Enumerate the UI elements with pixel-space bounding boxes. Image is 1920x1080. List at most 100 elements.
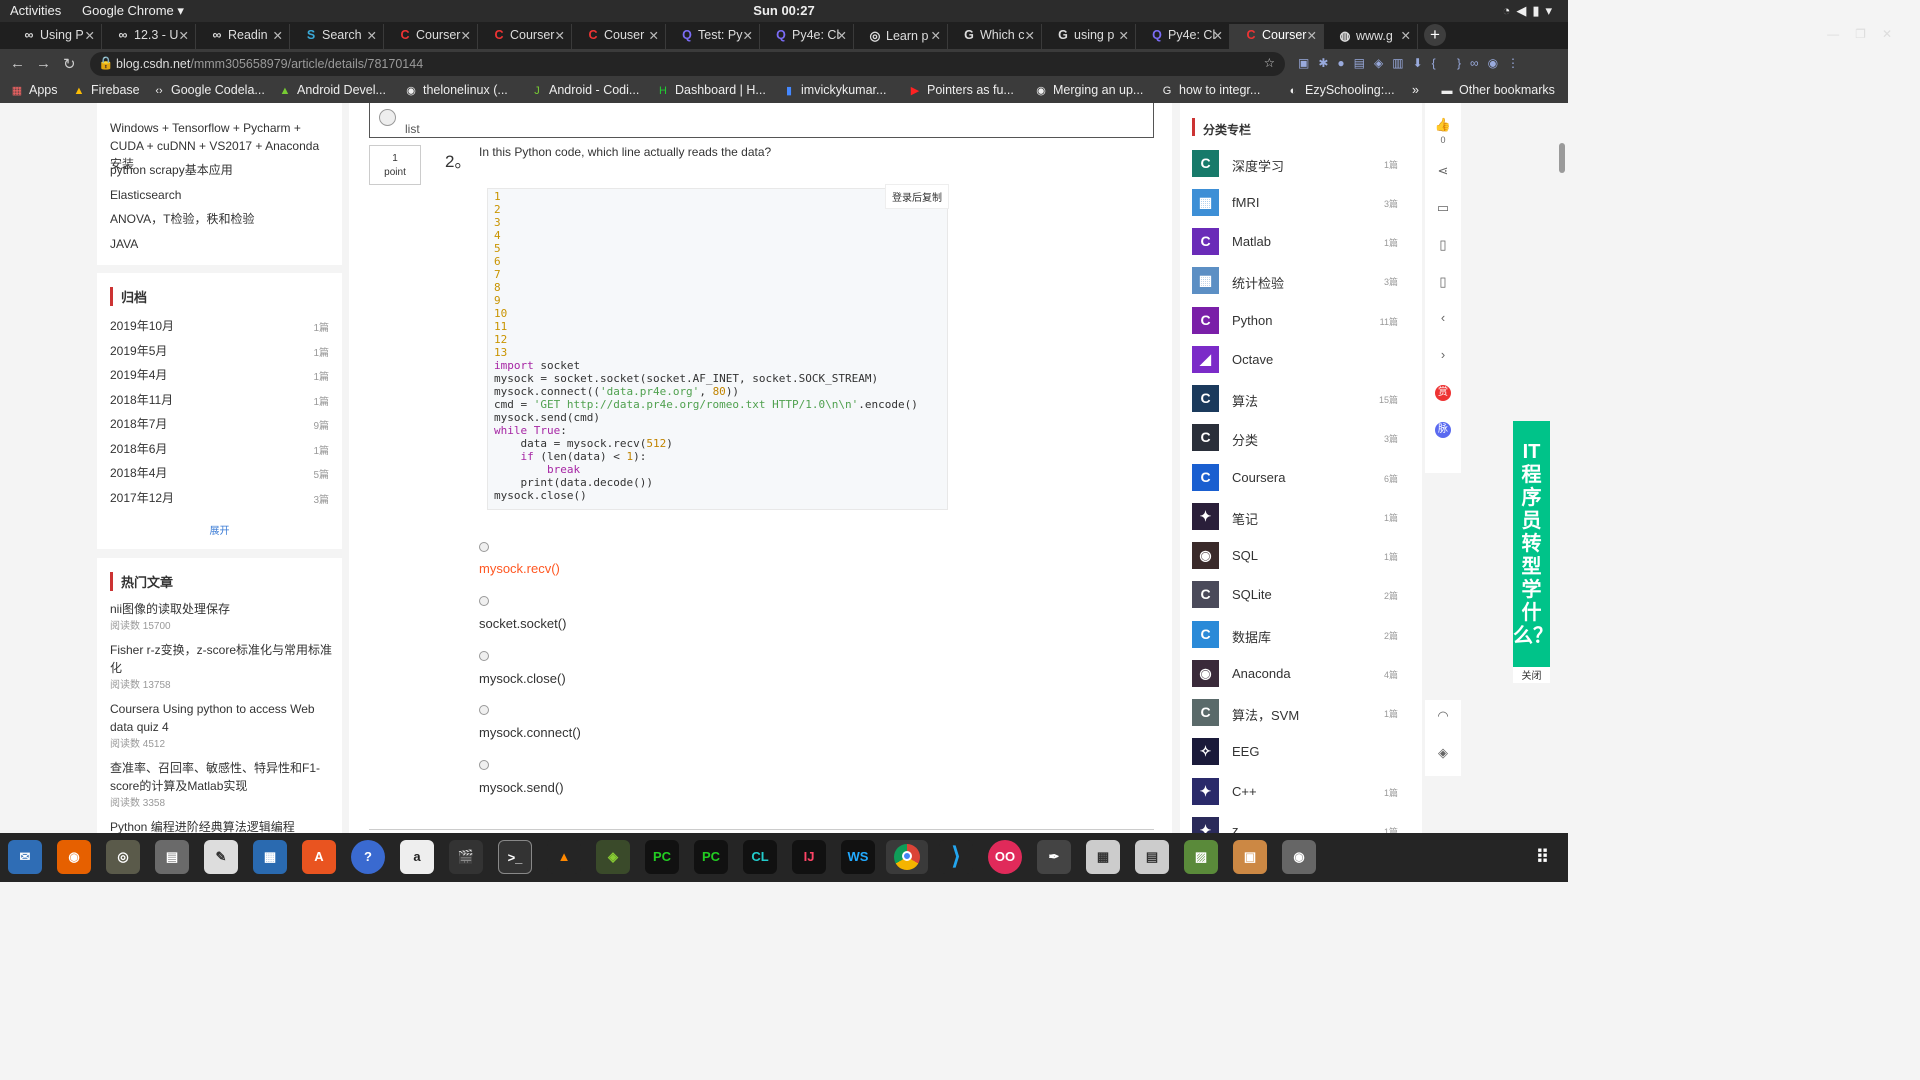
- vlc-icon[interactable]: ▲: [547, 840, 581, 874]
- back-icon[interactable]: ←: [10, 55, 25, 72]
- copy-button[interactable]: 登录后复制: [885, 184, 949, 209]
- extension-icon[interactable]: ◈: [1374, 56, 1392, 70]
- category-item[interactable]: ✧ EEG: [1192, 738, 1410, 766]
- expand-link[interactable]: 展开: [97, 522, 342, 537]
- category-item[interactable]: C SQLite 2篇: [1192, 581, 1410, 609]
- scanner-icon[interactable]: ▤: [1135, 840, 1169, 874]
- article-link[interactable]: Elasticsearch: [110, 186, 332, 204]
- report-shield-icon[interactable]: ◈: [1425, 745, 1461, 761]
- maximize-icon[interactable]: ❐: [1855, 27, 1882, 41]
- chevron-left-icon[interactable]: ‹: [1425, 310, 1461, 325]
- color-picker-icon[interactable]: ✒: [1037, 840, 1071, 874]
- browser-tab[interactable]: Q Py4e: Cl ✕: [760, 24, 854, 49]
- archive-month[interactable]: 2018年7月: [110, 415, 167, 433]
- radio-button[interactable]: [479, 542, 489, 552]
- bookmark-item[interactable]: J Android - Codi...: [530, 83, 639, 97]
- show-applications-icon[interactable]: ⠿: [1526, 840, 1560, 874]
- category-item[interactable]: ✦ z 1篇: [1192, 817, 1410, 833]
- bookmark-star-icon[interactable]: ☆: [1264, 55, 1275, 70]
- browser-tab[interactable]: C Courser ✕: [384, 24, 478, 49]
- extension-icon[interactable]: ⬇: [1413, 56, 1432, 70]
- firefox-icon[interactable]: ◉: [57, 840, 91, 874]
- radio-button[interactable]: [379, 109, 396, 126]
- printer-icon[interactable]: ▦: [1086, 840, 1120, 874]
- archive-manager-icon[interactable]: ▣: [1233, 840, 1267, 874]
- terminal-icon[interactable]: >_: [498, 840, 532, 874]
- close-icon[interactable]: ✕: [743, 28, 753, 43]
- browser-tab[interactable]: ◍ www.g ✕: [1324, 24, 1418, 49]
- category-item[interactable]: C Python 11篇: [1192, 307, 1410, 335]
- category-item[interactable]: ✦ 笔记 1篇: [1192, 503, 1410, 531]
- browser-tab-active[interactable]: C Courser ✕: [1230, 24, 1324, 49]
- bookmark-apps[interactable]: ▦ Apps: [10, 83, 58, 97]
- webstorm-icon[interactable]: WS: [841, 840, 875, 874]
- android-studio-icon[interactable]: ◈: [596, 840, 630, 874]
- system-tray[interactable]: ◔◀▮▾: [1502, 3, 1558, 19]
- category-item[interactable]: C 数据库 2篇: [1192, 621, 1410, 649]
- document-viewer-icon[interactable]: ▦: [253, 840, 287, 874]
- close-icon[interactable]: ✕: [1119, 28, 1129, 43]
- chrome-icon[interactable]: [886, 840, 928, 874]
- text-editor-icon[interactable]: ✎: [204, 840, 238, 874]
- intellij-icon[interactable]: IJ: [792, 840, 826, 874]
- extension-icon[interactable]: ✱: [1318, 56, 1337, 70]
- pycharm-pro-icon[interactable]: PC: [694, 840, 728, 874]
- comment-icon[interactable]: ▭: [1425, 200, 1461, 216]
- address-bar[interactable]: 🔒 blog.csdn.net/mmm305658979/article/det…: [90, 52, 1285, 76]
- close-icon[interactable]: ✕: [1401, 28, 1411, 43]
- help-icon[interactable]: ?: [351, 840, 385, 874]
- reload-icon[interactable]: ↻: [63, 55, 76, 73]
- bookmark-item[interactable]: ▲ Firebase: [72, 83, 140, 97]
- close-icon[interactable]: ✕: [367, 28, 377, 43]
- share-icon[interactable]: ⋖: [1425, 163, 1461, 179]
- bookmark-item[interactable]: ◐ EzySchooling:...: [1286, 83, 1395, 97]
- answer-option[interactable]: mysock.send(): [479, 780, 564, 795]
- answer-option[interactable]: mysock.connect(): [479, 725, 581, 740]
- close-icon[interactable]: ✕: [1213, 28, 1223, 43]
- other-bookmarks[interactable]: ▬ Other bookmarks: [1440, 83, 1555, 97]
- extension-icon[interactable]: ▤: [1354, 56, 1374, 70]
- browser-tab[interactable]: S Search ✕: [290, 24, 384, 49]
- pulse-icon[interactable]: 脉: [1425, 420, 1461, 438]
- browser-tab[interactable]: Q Test: Py ✕: [666, 24, 760, 49]
- mobile-icon[interactable]: ▯: [1425, 274, 1461, 290]
- thunderbird-icon[interactable]: ✉: [8, 840, 42, 874]
- profile-icon[interactable]: ◉: [1488, 56, 1507, 70]
- side-ad-banner[interactable]: IT程序员转型学什么？: [1513, 421, 1553, 667]
- webcam-icon[interactable]: ◉: [1282, 840, 1316, 874]
- minimize-icon[interactable]: —: [1827, 27, 1855, 41]
- software-center-icon[interactable]: A: [302, 840, 336, 874]
- thumbs-up-icon[interactable]: 👍: [1425, 117, 1461, 133]
- radio-button[interactable]: [479, 596, 489, 606]
- clion-icon[interactable]: CL: [743, 840, 777, 874]
- category-item[interactable]: C 分类 3篇: [1192, 424, 1410, 452]
- article-link[interactable]: ANOVA，T检验，秩和检验: [110, 210, 332, 228]
- rhythmbox-icon[interactable]: ◎: [106, 840, 140, 874]
- image-viewer-icon[interactable]: ▨: [1184, 840, 1218, 874]
- extension-icon[interactable]: { }: [1432, 56, 1470, 70]
- archive-month[interactable]: 2018年11月: [110, 391, 173, 409]
- scrollbar-thumb[interactable]: [1559, 143, 1565, 173]
- close-icon[interactable]: ✕: [1025, 28, 1035, 43]
- close-icon[interactable]: ✕: [837, 28, 847, 43]
- category-item[interactable]: C 算法 15篇: [1192, 385, 1410, 413]
- archive-month[interactable]: 2019年10月: [110, 317, 174, 335]
- new-tab-button[interactable]: +: [1424, 24, 1446, 46]
- radio-button[interactable]: [479, 705, 489, 715]
- bookmark-item[interactable]: ▶ Pointers as fu...: [908, 83, 1014, 97]
- radio-button[interactable]: [479, 651, 489, 661]
- category-item[interactable]: ▦ fMRI 3篇: [1192, 189, 1410, 217]
- browser-tab[interactable]: Gusing p ✕: [1042, 24, 1136, 49]
- bookmark-item[interactable]: Ghow to integr...: [1160, 83, 1261, 97]
- browser-tab[interactable]: ◎ Learn p ✕: [854, 24, 948, 49]
- close-icon[interactable]: ✕: [179, 28, 189, 43]
- browser-tab[interactable]: ∞ Using P ✕: [8, 24, 102, 49]
- category-item[interactable]: C 深度学习 1篇: [1192, 150, 1410, 178]
- extension-icon[interactable]: ∞: [1470, 56, 1488, 70]
- bookmark-item[interactable]: ◉ Merging an up...: [1034, 83, 1143, 97]
- headset-icon[interactable]: ◠: [1425, 708, 1461, 724]
- hot-article-link[interactable]: nii图像的读取处理保存: [110, 600, 332, 618]
- close-icon[interactable]: ✕: [555, 28, 565, 43]
- category-item[interactable]: C Matlab 1篇: [1192, 228, 1410, 256]
- browser-tab[interactable]: C Couser ✕: [572, 24, 666, 49]
